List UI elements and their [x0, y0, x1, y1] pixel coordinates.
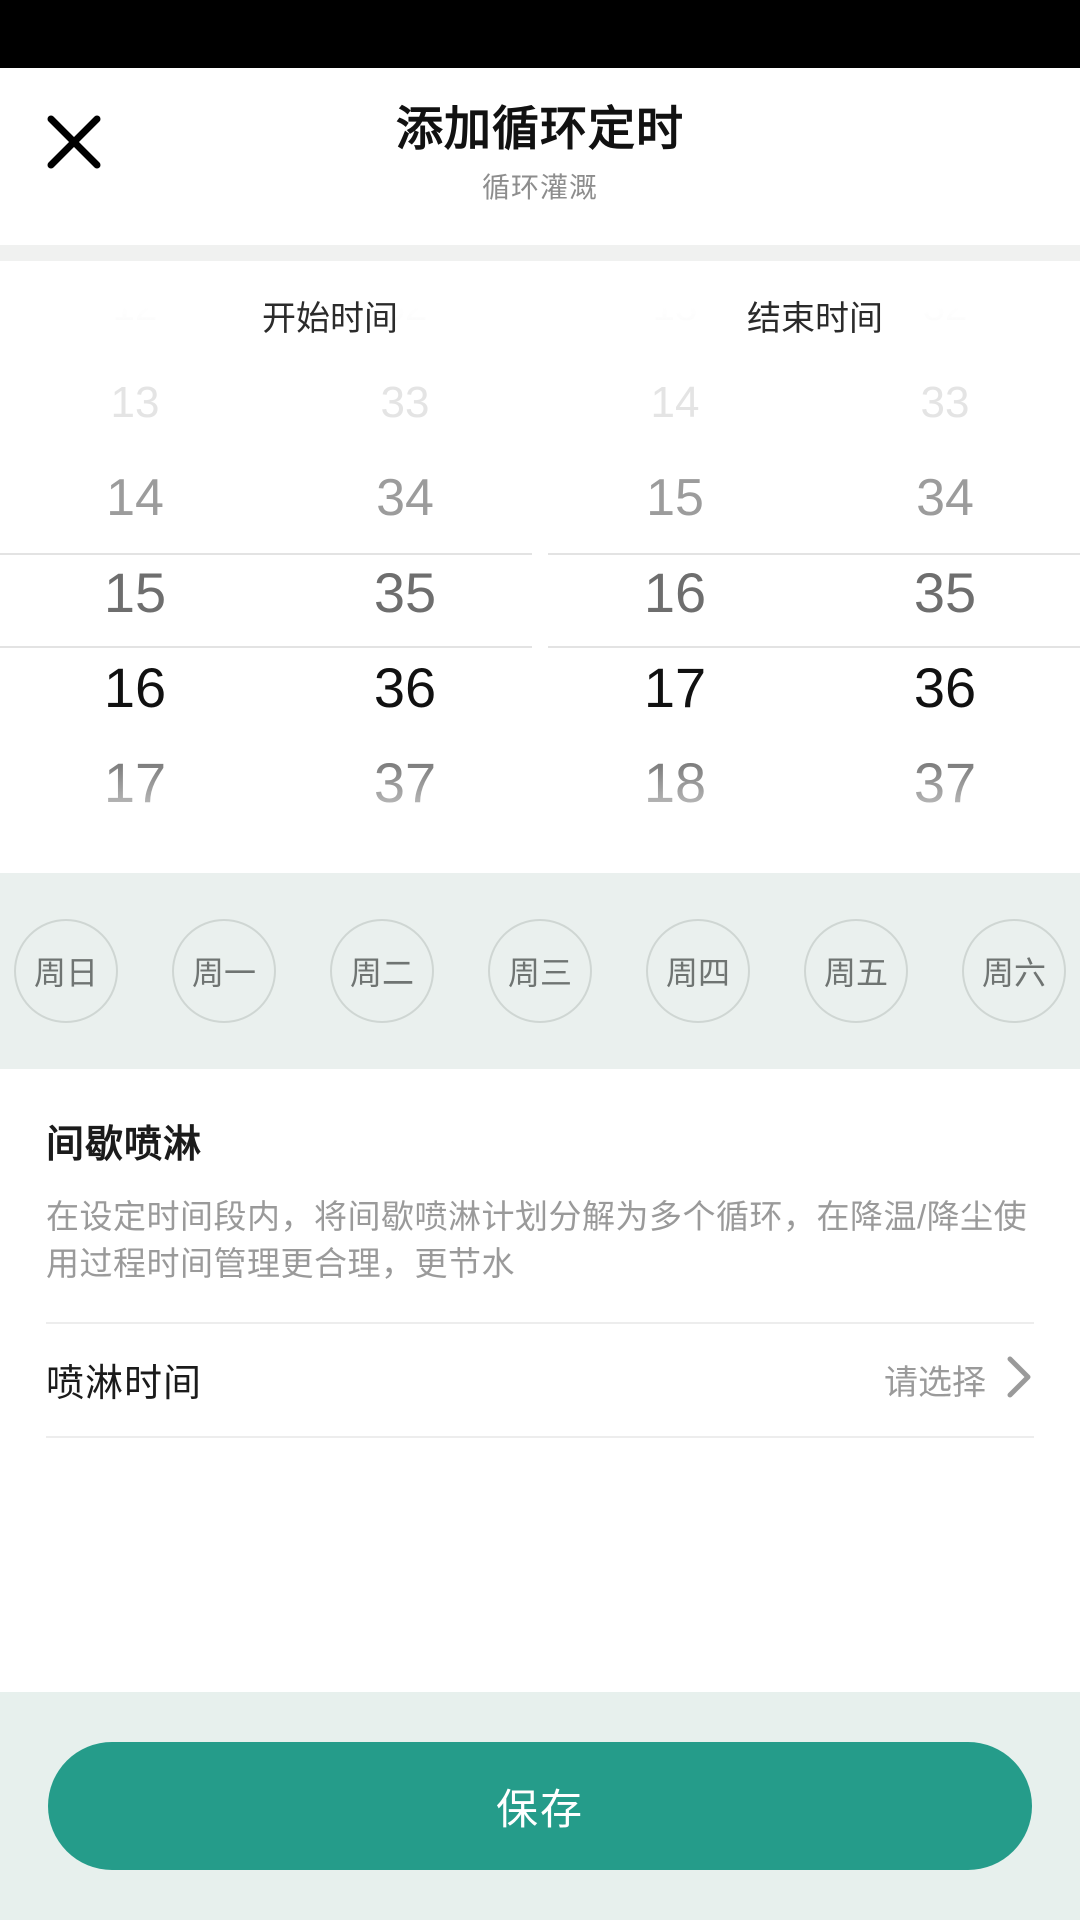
picker-cell[interactable]: 13 [540, 261, 810, 355]
weekday-chip-label: 周六 [981, 955, 1046, 991]
picker-cell[interactable]: 34 [810, 450, 1080, 545]
end-time-group: 131415161718192021 323334353637383940 [540, 261, 1080, 873]
close-button[interactable] [30, 98, 118, 186]
picker-cell[interactable]: 15 [0, 545, 270, 640]
picker-cell[interactable]: 14 [540, 355, 810, 450]
start-hour-column[interactable]: 121314151617181920 [0, 261, 270, 873]
info-description: 在设定时间段内，将间歇喷淋计划分解为多个循环，在降温/降尘使用过程时间管理更合理… [46, 1198, 1028, 1282]
picker-groups: 121314151617181920 323334353637383940 13… [0, 261, 1080, 873]
picker-cell[interactable]: 38 [270, 830, 540, 874]
weekday-chip-label: 周四 [665, 955, 730, 991]
footer-bar: 保存 [0, 1692, 1080, 1920]
picker-cell[interactable]: 13 [0, 355, 270, 450]
start-minute-items: 323334353637383940 [270, 261, 540, 873]
end-hour-column[interactable]: 131415161718192021 [540, 261, 810, 873]
weekday-selector: 周日 周一 周二 周三 周四 周五 周六 [0, 873, 1080, 1069]
weekday-chip-3[interactable]: 周三 [488, 919, 592, 1023]
picker-cell[interactable]: 38 [810, 830, 1080, 874]
picker-cell[interactable]: 32 [810, 261, 1080, 355]
start-hour-items: 121314151617181920 [0, 261, 270, 873]
screen-root: 添加循环定时 循环灌溉 开始时间 结束时间 121314151617181920… [0, 0, 1080, 1920]
spray-time-value: 请选择 [884, 1364, 986, 1403]
weekday-chip-label: 周二 [349, 955, 414, 991]
weekday-chip-label: 周五 [823, 955, 888, 991]
picker-cell[interactable]: 33 [810, 355, 1080, 450]
picker-cell[interactable]: 17 [540, 640, 810, 735]
picker-cell[interactable]: 14 [0, 450, 270, 545]
picker-cell[interactable]: 12 [0, 261, 270, 355]
picker-cell[interactable]: 37 [270, 735, 540, 830]
picker-cell[interactable]: 36 [270, 640, 540, 735]
weekday-chip-6[interactable]: 周六 [962, 919, 1066, 1023]
picker-cell[interactable]: 36 [810, 640, 1080, 735]
end-minute-items: 323334353637383940 [810, 261, 1080, 873]
page-title: 添加循环定时 [396, 101, 684, 155]
picker-cell[interactable]: 15 [540, 450, 810, 545]
spray-time-control: 请选择 [884, 1354, 1034, 1405]
header-divider-strip [0, 245, 1080, 261]
picker-cell[interactable]: 33 [270, 355, 540, 450]
picker-cell[interactable]: 18 [0, 830, 270, 874]
end-minute-column[interactable]: 323334353637383940 [810, 261, 1080, 873]
weekday-chip-label: 周三 [507, 955, 572, 991]
setting-divider [46, 1435, 1034, 1438]
status-bar [0, 0, 1080, 68]
picker-cell[interactable]: 34 [270, 450, 540, 545]
picker-cell[interactable]: 16 [0, 640, 270, 735]
picker-cell[interactable]: 18 [540, 735, 810, 830]
weekday-chip-4[interactable]: 周四 [646, 919, 750, 1023]
picker-cell[interactable]: 35 [270, 545, 540, 640]
chevron-right-icon [1004, 1354, 1034, 1405]
picker-cell[interactable]: 16 [540, 545, 810, 640]
time-picker[interactable]: 开始时间 结束时间 121314151617181920 32333435363… [0, 261, 1080, 873]
close-icon [43, 111, 105, 173]
page-subtitle: 循环灌溉 [481, 172, 598, 204]
weekday-chip-5[interactable]: 周五 [804, 919, 908, 1023]
info-title: 间歇喷淋 [46, 1124, 203, 1166]
page-header: 添加循环定时 循环灌溉 [0, 68, 1080, 245]
save-button[interactable]: 保存 [48, 1742, 1032, 1870]
spray-time-label: 喷淋时间 [46, 1363, 203, 1406]
picker-cell[interactable]: 35 [810, 545, 1080, 640]
picker-cell[interactable]: 19 [540, 830, 810, 874]
start-minute-column[interactable]: 323334353637383940 [270, 261, 540, 873]
weekday-chip-0[interactable]: 周日 [14, 919, 118, 1023]
start-time-group: 121314151617181920 323334353637383940 [0, 261, 540, 873]
picker-cell[interactable]: 32 [270, 261, 540, 355]
weekday-chip-label: 周日 [33, 955, 98, 991]
weekday-chip-1[interactable]: 周一 [172, 919, 276, 1023]
end-hour-items: 131415161718192021 [540, 261, 810, 873]
picker-cell[interactable]: 37 [810, 735, 1080, 830]
picker-cell[interactable]: 17 [0, 735, 270, 830]
spray-time-row[interactable]: 喷淋时间 请选择 [46, 1324, 1034, 1436]
weekday-chip-2[interactable]: 周二 [330, 919, 434, 1023]
info-section: 间歇喷淋 在设定时间段内，将间歇喷淋计划分解为多个循环，在降温/降尘使用过程时间… [0, 1069, 1080, 1692]
weekday-chip-label: 周一 [191, 955, 256, 991]
